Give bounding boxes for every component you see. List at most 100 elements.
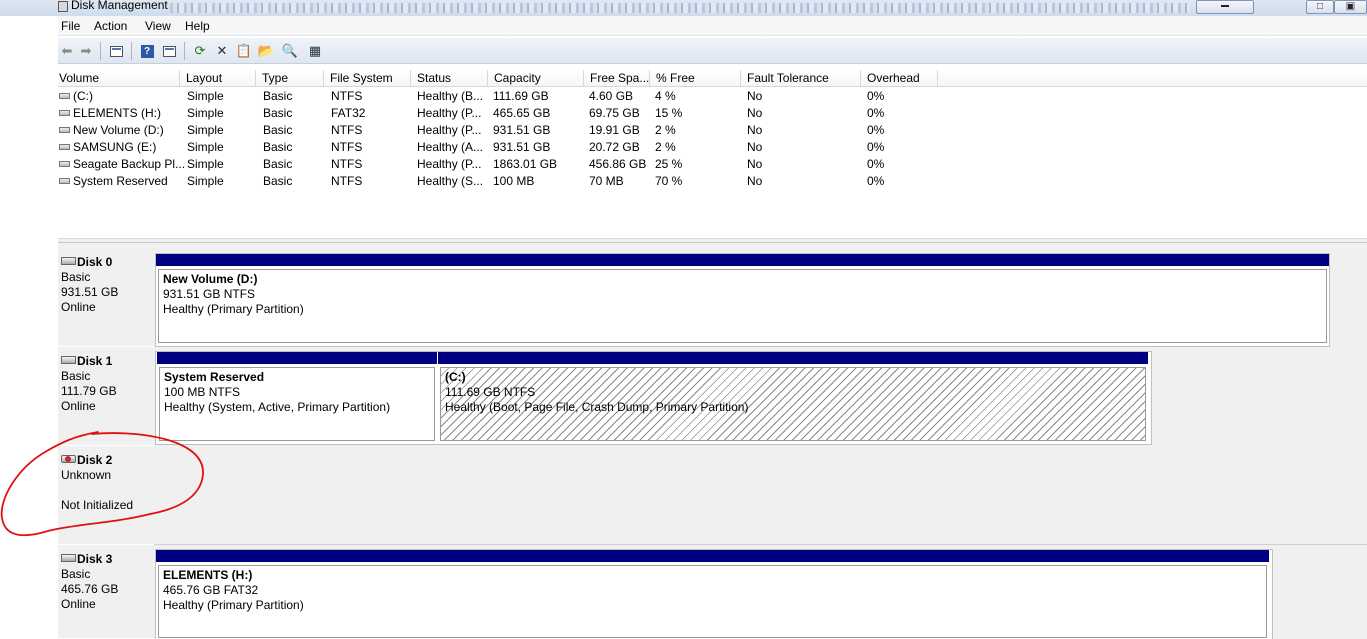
properties-icon[interactable]: 📋 <box>235 42 253 60</box>
volume-row[interactable]: SAMSUNG (E:) Simple Basic NTFS Healthy (A...… <box>58 139 958 156</box>
menu-file[interactable]: File <box>58 18 83 34</box>
disk-state: Online <box>61 300 96 314</box>
drive-icon <box>59 177 70 184</box>
volume-row[interactable]: (C:) Simple Basic NTFS Healthy (B... 111.69 G… <box>58 88 958 105</box>
cell-type: Basic <box>263 106 293 120</box>
restore-button[interactable]: □ <box>1306 0 1334 14</box>
partition-size: 465.76 GB FAT32 <box>163 583 259 597</box>
cell-overhead: 0% <box>867 123 885 137</box>
column-header-fault-tolerance[interactable]: Fault Tolerance <box>741 70 861 87</box>
toolbar-separator <box>100 42 101 60</box>
disk-0-label[interactable]: Disk 0 Basic 931.51 GB Online <box>58 249 154 347</box>
cell-file-system: NTFS <box>331 157 363 171</box>
delete-icon[interactable]: ✕ <box>213 42 231 60</box>
cell-capacity: 100 MB <box>493 174 535 188</box>
taskbar-blur <box>170 3 1190 13</box>
cell-file-system: NTFS <box>331 89 363 103</box>
cell-capacity: 931.51 GB <box>493 123 551 137</box>
menu-view[interactable]: View <box>142 18 174 34</box>
cell-overhead: 0% <box>867 174 885 188</box>
disk-0-partition-area: New Volume (D:) 931.51 GB NTFS Healthy (… <box>155 253 1330 347</box>
drive-icon <box>59 109 70 116</box>
partition-c[interactable]: (C:) 111.69 GB NTFS Healthy (Boot, Page … <box>438 352 1148 444</box>
volume-row[interactable]: Seagate Backup Pl... Simple Basic NTFS Healt… <box>58 156 958 173</box>
disk-1-label[interactable]: Disk 1 Basic 111.79 GB Online <box>58 348 154 446</box>
help-icon[interactable]: ? <box>138 42 156 60</box>
column-header-overhead[interactable]: Overhead <box>861 70 938 87</box>
disk-type: Basic <box>61 567 91 581</box>
cell-fault-tolerance: No <box>747 123 763 137</box>
back-arrow-icon[interactable]: ⬅ <box>58 42 76 60</box>
column-header-file-system[interactable]: File System <box>324 70 411 87</box>
column-header-free-space[interactable]: Free Spa... <box>584 70 650 87</box>
partition-elements-h[interactable]: ELEMENTS (H:) 465.76 GB FAT32 Healthy (P… <box>156 550 1269 639</box>
cell-volume: SAMSUNG (E:) <box>59 139 156 156</box>
properties-view-icon[interactable] <box>160 42 178 60</box>
volume-row[interactable]: System Reserved Simple Basic NTFS Healthy (S… <box>58 173 958 190</box>
disk-2-label[interactable]: Disk 2 Unknown Not Initialized <box>58 447 154 545</box>
partition-status: Healthy (Primary Partition) <box>163 598 304 612</box>
cell-layout: Simple <box>187 123 224 137</box>
cell-percent-free: 15 % <box>655 106 683 120</box>
partition-new-volume-d[interactable]: New Volume (D:) 931.51 GB NTFS Healthy (… <box>156 254 1329 346</box>
column-header-volume[interactable]: Volume <box>58 70 180 87</box>
disk-name: Disk 3 <box>77 552 113 566</box>
console-tree-icon[interactable] <box>107 42 125 60</box>
disk-name: Disk 0 <box>77 255 113 269</box>
cell-status: Healthy (S... <box>417 174 484 188</box>
find-icon[interactable]: 🔍 <box>281 42 299 60</box>
volume-row[interactable]: New Volume (D:) Simple Basic NTFS Healthy (P… <box>58 122 958 139</box>
column-header-layout[interactable]: Layout <box>180 70 256 87</box>
settings-icon[interactable]: ▦ <box>306 42 324 60</box>
partition-body: System Reserved 100 MB NTFS Healthy (Sys… <box>159 367 435 441</box>
partition-body: New Volume (D:) 931.51 GB NTFS Healthy (… <box>158 269 1327 343</box>
volume-row[interactable]: ELEMENTS (H:) Simple Basic FAT32 Healthy (P.… <box>58 105 958 122</box>
menu-bar: File Action View Help <box>58 16 1367 36</box>
cell-status: Healthy (A... <box>417 140 484 154</box>
disk-name: Disk 1 <box>77 354 113 368</box>
minimize-icon <box>1221 5 1229 8</box>
column-header-status[interactable]: Status <box>411 70 488 87</box>
partition-body: ELEMENTS (H:) 465.76 GB FAT32 Healthy (P… <box>158 565 1267 638</box>
disk-state: Online <box>61 597 96 611</box>
cell-type: Basic <box>263 140 293 154</box>
volume-name: New Volume (D:) <box>73 123 164 137</box>
cell-volume: ELEMENTS (H:) <box>59 105 161 122</box>
cell-free-space: 69.75 GB <box>589 106 640 120</box>
disk-row-3: Disk 3 Basic 465.76 GB Online ELEMENTS (… <box>58 546 1367 639</box>
cell-layout: Simple <box>187 106 224 120</box>
cell-capacity: 1863.01 GB <box>493 157 558 171</box>
cell-volume: System Reserved <box>59 173 168 190</box>
volume-name: Seagate Backup Pl... <box>73 157 186 171</box>
toolbar-separator <box>131 42 132 60</box>
cell-percent-free: 2 % <box>655 140 676 154</box>
cell-percent-free: 25 % <box>655 157 683 171</box>
disk-1-partition-area: System Reserved 100 MB NTFS Healthy (Sys… <box>155 351 1152 445</box>
refresh-icon[interactable]: ⟳ <box>191 42 209 60</box>
partition-bar <box>438 352 1148 364</box>
minimize-button[interactable] <box>1196 0 1254 14</box>
cell-volume: New Volume (D:) <box>59 122 164 139</box>
disk-row-1: Disk 1 Basic 111.79 GB Online System Res… <box>58 348 1367 446</box>
cell-status: Healthy (B... <box>417 89 484 103</box>
cell-fault-tolerance: No <box>747 140 763 154</box>
volume-name: (C:) <box>73 89 93 103</box>
column-header-percent-free[interactable]: % Free <box>650 70 741 87</box>
cell-file-system: FAT32 <box>331 106 366 120</box>
toolbar-separator <box>184 42 185 60</box>
cell-overhead: 0% <box>867 106 885 120</box>
column-header-type[interactable]: Type <box>256 70 324 87</box>
maximize-button[interactable]: ▣ <box>1334 0 1367 14</box>
disk-type: Unknown <box>61 468 112 482</box>
partition-system-reserved[interactable]: System Reserved 100 MB NTFS Healthy (Sys… <box>157 352 437 444</box>
forward-arrow-icon[interactable]: ➡ <box>77 42 95 60</box>
partition-status: Healthy (Primary Partition) <box>163 302 304 316</box>
column-header-capacity[interactable]: Capacity <box>488 70 584 87</box>
menu-help[interactable]: Help <box>182 18 213 34</box>
cell-capacity: 111.69 GB <box>493 89 549 103</box>
cell-overhead: 0% <box>867 89 885 103</box>
disk-3-label[interactable]: Disk 3 Basic 465.76 GB Online <box>58 546 154 639</box>
open-icon[interactable]: 📂 <box>257 42 275 60</box>
menu-action[interactable]: Action <box>91 18 130 34</box>
disk-icon <box>61 356 76 365</box>
